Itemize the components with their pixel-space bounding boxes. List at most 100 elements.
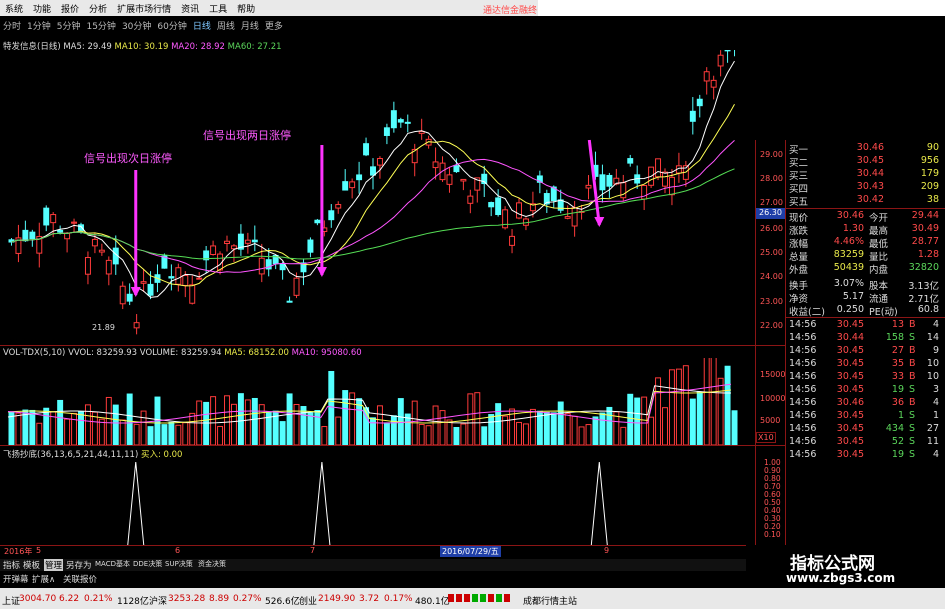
price-tick: 25.00 <box>760 248 783 257</box>
quote-cell: 209 <box>920 181 939 192</box>
tab-extend[interactable]: 扩展∧ <box>32 573 55 585</box>
tab-save-as[interactable]: 另存为 <box>66 559 92 571</box>
candle-body <box>516 202 522 219</box>
period-weekly[interactable]: 周线 <box>217 19 235 32</box>
menu-extended-market[interactable]: 扩展市场行情 <box>117 2 171 15</box>
volume-bar <box>481 426 488 445</box>
index-cy-name[interactable]: 创业 <box>299 594 317 607</box>
candle-body <box>43 207 50 226</box>
volume-bar <box>432 405 439 445</box>
candle-body <box>328 210 335 221</box>
candlestick-chart[interactable] <box>0 50 755 345</box>
volume-chart[interactable] <box>0 358 755 445</box>
quote-cell: 32820 <box>908 262 939 273</box>
candle-body <box>258 257 265 275</box>
quote-cell: 流通 <box>869 294 889 305</box>
period-30min[interactable]: 30分钟 <box>122 19 151 32</box>
candle-body <box>342 181 349 191</box>
quote-cell: 买二 <box>789 158 809 169</box>
menu-analysis[interactable]: 分析 <box>89 2 107 15</box>
index-hs-amount: 526.6亿 <box>265 597 300 607</box>
candle-body <box>307 239 314 253</box>
menu-function[interactable]: 功能 <box>33 2 51 15</box>
period-60min[interactable]: 60分钟 <box>157 19 186 32</box>
period-daily[interactable]: 日线 <box>193 19 211 32</box>
tab-template[interactable]: 模板 <box>23 559 40 571</box>
volume-bar <box>335 416 342 445</box>
candle-body <box>460 178 467 182</box>
tab-manage[interactable]: 管理 <box>44 559 64 571</box>
index-sh-name[interactable]: 上证 <box>2 594 20 607</box>
quote-cell: 4 <box>932 397 939 408</box>
quote-cell: 30.42 <box>856 194 884 205</box>
price-tick: 27.00 <box>760 198 783 207</box>
indicator-chart[interactable] <box>0 458 755 545</box>
volume-bar <box>731 410 738 445</box>
candle-body <box>710 79 717 88</box>
candle-body <box>668 176 675 196</box>
volume-bar <box>112 404 119 445</box>
period-5min[interactable]: 5分钟 <box>57 19 81 32</box>
tab-sup[interactable]: SUP决策 <box>165 559 193 569</box>
quote-stat-row: 换手 3.07% 股本 3.13亿 <box>789 278 941 292</box>
period-more[interactable]: 更多 <box>265 19 283 32</box>
menu-quote[interactable]: 报价 <box>61 2 79 15</box>
quote-cell: 0.250 <box>836 304 864 315</box>
vol-name: VOL-TDX(5,10) <box>3 348 66 358</box>
menu-bar: 系统 功能 报价 分析 扩展市场行情 资讯 工具 帮助 <box>0 0 538 16</box>
volume-bar <box>460 423 467 445</box>
volume-bar <box>390 415 397 445</box>
quote-cell: S <box>909 436 916 447</box>
volume-bar <box>703 358 710 445</box>
volume-bar <box>119 419 126 445</box>
tick-row: 14:56 30.45 1 S 1 <box>789 410 941 423</box>
volume-bar <box>314 410 321 445</box>
index-hs-name[interactable]: 沪深 <box>149 594 167 607</box>
quote-cell: 52 <box>891 436 904 447</box>
candle-body <box>230 245 237 250</box>
quote-cell: 14:56 <box>789 332 817 343</box>
tab-indicator[interactable]: 指标 <box>3 559 20 571</box>
period-15min[interactable]: 15分钟 <box>86 19 115 32</box>
candle-body <box>286 300 293 303</box>
quote-cell: 14:56 <box>789 319 817 330</box>
candle-body <box>314 219 321 224</box>
candle-body <box>293 277 300 296</box>
volume-bar <box>578 426 585 445</box>
volume-bar <box>662 407 668 445</box>
indicator-tabs: 指标 模板 管理 另存为 MACD基本 DDE决策 SUP决策 资金决策 <box>0 559 746 571</box>
tab-dde[interactable]: DDE决策 <box>133 559 162 569</box>
volume-bar <box>550 412 557 445</box>
quote-cell: 内盘 <box>869 265 889 276</box>
tick-row: 14:56 30.44 158 S 14 <box>789 332 941 345</box>
period-tick[interactable]: 分时 <box>3 19 21 32</box>
volume-bar <box>36 422 43 445</box>
menu-tools[interactable]: 工具 <box>209 2 227 15</box>
quote-cell: 总量 <box>789 252 809 263</box>
quote-bid-row: 买一 30.46 90 <box>789 142 941 156</box>
menu-system[interactable]: 系统 <box>5 2 23 15</box>
signal-arrow-head <box>316 267 327 277</box>
quote-cell: 30.49 <box>911 223 939 234</box>
volume-bar <box>522 423 529 445</box>
candle-body <box>168 276 175 279</box>
signal-annotation-2: 信号出现两日涨停 <box>203 129 291 142</box>
period-monthly[interactable]: 月线 <box>241 19 259 32</box>
quote-panel: 买一 30.46 90 买二 30.45 956 买三 30.44 179 买四 30.43 209 买… <box>785 140 945 545</box>
quote-cell: 30.45 <box>836 358 864 369</box>
volume-bar <box>717 377 724 445</box>
volume-title: VOL-TDX(5,10) VVOL: 83259.93 VOLUME: 832… <box>3 348 362 358</box>
tab-related-quote[interactable]: 关联报价 <box>63 573 97 585</box>
buy-signal-spike <box>313 461 331 545</box>
volume-bar <box>557 401 564 445</box>
period-1min[interactable]: 1分钟 <box>27 19 51 32</box>
tab-fund[interactable]: 资金决策 <box>198 559 226 569</box>
tab-macd[interactable]: MACD基本 <box>95 559 130 569</box>
menu-help[interactable]: 帮助 <box>237 2 255 15</box>
volume-bar <box>64 418 71 445</box>
tab-danmu[interactable]: 开弹幕 <box>3 573 29 585</box>
menu-news[interactable]: 资讯 <box>181 2 199 15</box>
candle-body <box>78 224 84 231</box>
quote-cell: 净资 <box>789 294 809 305</box>
candle-body <box>564 216 571 219</box>
